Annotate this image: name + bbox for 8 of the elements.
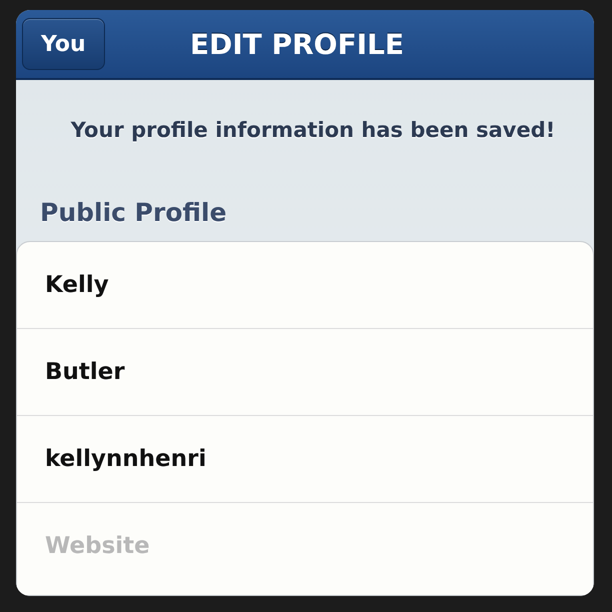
section-title: Public Profile [40,198,228,227]
back-button[interactable]: You [22,18,105,70]
input-field[interactable]: Website [45,533,565,559]
saved-message: Your profile information has been saved! [70,118,556,142]
screen-title: EDIT PROFILE [190,28,404,60]
input-field[interactable]: Kelly [45,272,565,298]
input-field[interactable]: Butler [45,359,565,385]
input-field[interactable]: kellynnhenri [45,446,565,472]
